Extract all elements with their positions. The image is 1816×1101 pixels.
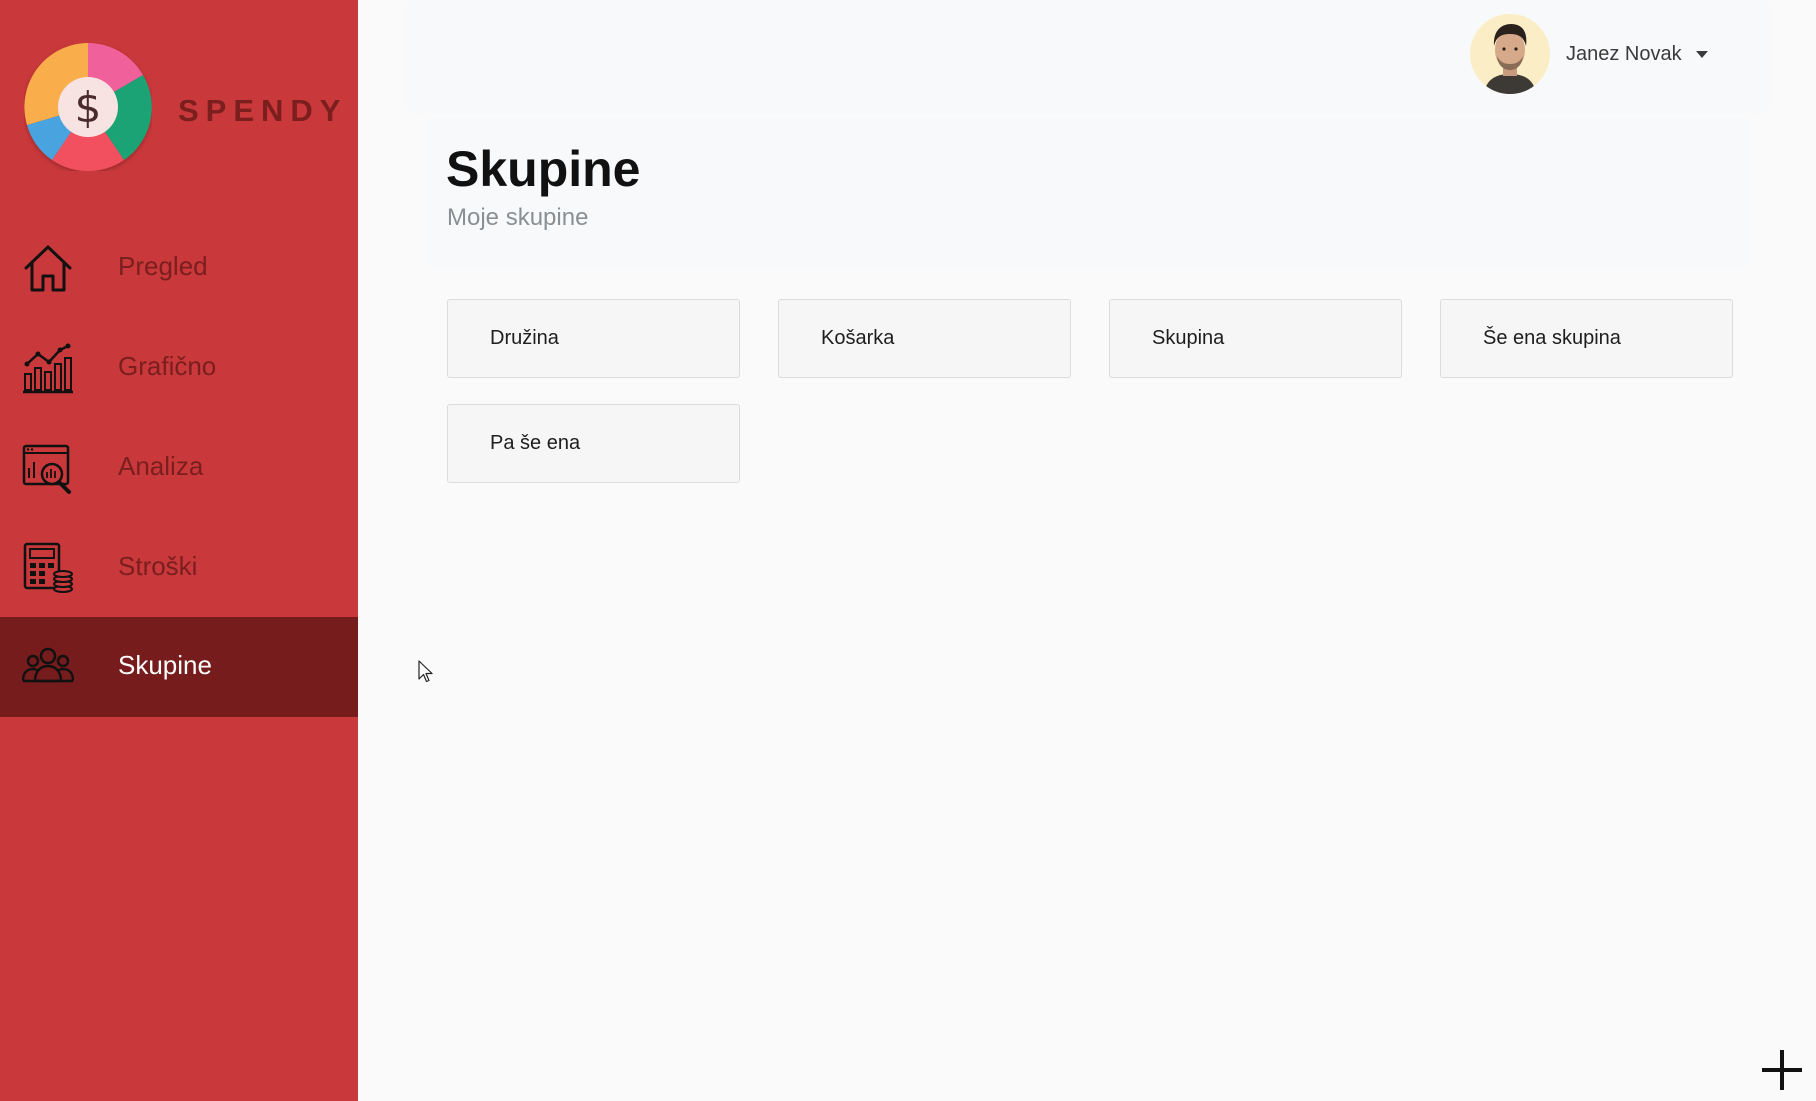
group-name: Še ena skupina bbox=[1483, 327, 1621, 349]
page-header: Skupine Moje skupine bbox=[428, 118, 1750, 268]
svg-text:$: $ bbox=[75, 83, 102, 132]
page-subtitle: Moje skupine bbox=[447, 204, 589, 231]
chart-icon bbox=[22, 342, 74, 394]
sidebar-item-label: Pregled bbox=[118, 251, 208, 281]
sidebar-item-label: Skupine bbox=[118, 650, 212, 680]
brand-name: SPENDY bbox=[178, 93, 348, 128]
brand[interactable]: $ SPENDY bbox=[24, 43, 344, 173]
sidebar-item-stroski[interactable]: Stroški bbox=[0, 518, 358, 618]
caret-down-icon bbox=[1696, 51, 1708, 58]
group-name: Pa še ena bbox=[490, 432, 581, 454]
user-name: Janez Novak bbox=[1566, 43, 1682, 65]
sidebar-item-graficno[interactable]: Grafično bbox=[0, 318, 358, 418]
group-name: Skupina bbox=[1152, 327, 1225, 349]
sidebar-item-label: Stroški bbox=[118, 551, 198, 581]
sidebar-item-pregled[interactable]: Pregled bbox=[0, 218, 358, 318]
spendy-logo-icon: $ bbox=[24, 43, 152, 172]
avatar bbox=[1470, 14, 1550, 94]
sidebar: $ SPENDY Pregled Grafično Analiza Strošk… bbox=[0, 0, 358, 1101]
group-card[interactable]: Še ena skupina bbox=[1440, 299, 1733, 378]
mouse-cursor-icon bbox=[418, 660, 434, 684]
users-group-icon bbox=[22, 641, 74, 693]
user-menu[interactable]: Janez Novak bbox=[1470, 14, 1770, 98]
top-bar: Janez Novak bbox=[406, 0, 1770, 114]
sidebar-item-skupine[interactable]: Skupine bbox=[0, 617, 358, 717]
sidebar-item-label: Analiza bbox=[118, 451, 204, 481]
group-card[interactable]: Skupina bbox=[1109, 299, 1402, 378]
analysis-icon bbox=[22, 442, 74, 494]
group-card[interactable]: Pa še ena bbox=[447, 404, 740, 483]
group-card[interactable]: Košarka bbox=[778, 299, 1071, 378]
plus-icon bbox=[1756, 1050, 1808, 1100]
group-card[interactable]: Družina bbox=[447, 299, 740, 378]
group-list: Družina Košarka Skupina Še ena skupina P… bbox=[447, 299, 1737, 499]
sidebar-item-label: Grafično bbox=[118, 351, 217, 381]
add-group-button[interactable] bbox=[1756, 1044, 1808, 1096]
group-name: Družina bbox=[490, 327, 559, 349]
calculator-coins-icon bbox=[22, 542, 74, 594]
page-title: Skupine bbox=[446, 141, 641, 197]
group-name: Košarka bbox=[821, 327, 895, 349]
sidebar-item-analiza[interactable]: Analiza bbox=[0, 418, 358, 518]
home-icon bbox=[22, 242, 74, 294]
